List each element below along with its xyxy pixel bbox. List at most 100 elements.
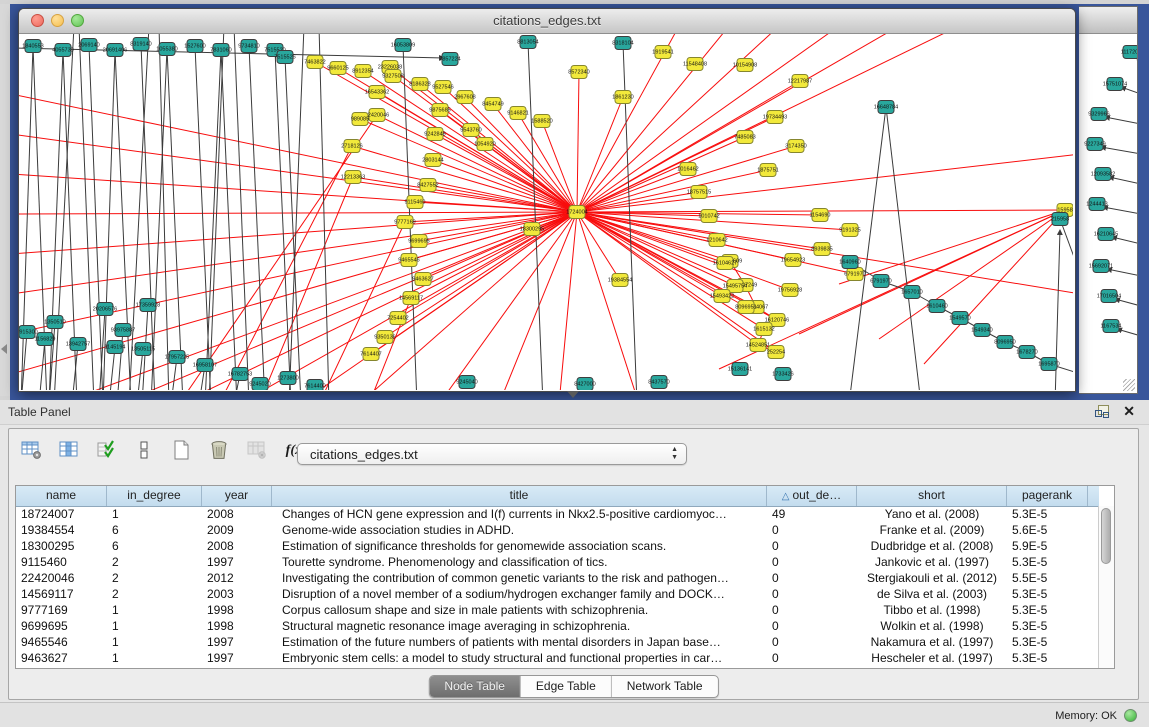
network-node[interactable]: 10154908 <box>733 59 757 72</box>
table-cell[interactable]: 0 <box>767 570 857 586</box>
column-header-short[interactable]: short <box>857 486 1007 506</box>
table-cell[interactable]: 9777169 <box>16 602 107 618</box>
network-node[interactable]: 1724004 <box>566 206 587 219</box>
table-cell[interactable]: 1998 <box>202 618 272 634</box>
network-node[interactable]: 19654923 <box>781 254 805 267</box>
network-node[interactable]: 15692071 <box>1089 260 1113 273</box>
network-window-titlebar[interactable]: citations_edges.txt <box>19 9 1075 34</box>
table-cell[interactable]: 0 <box>767 602 857 618</box>
network-node[interactable]: 1678270 <box>1016 346 1037 359</box>
network-node[interactable]: 9115460 <box>404 196 425 209</box>
network-node[interactable]: 9146821 <box>507 107 528 120</box>
network-node[interactable]: 7831060 <box>210 44 231 57</box>
network-node[interactable]: 1117200 <box>1121 46 1137 59</box>
network-node[interactable]: 1640960 <box>839 256 860 269</box>
table-cell[interactable]: 0 <box>767 650 857 666</box>
table-cell[interactable]: 0 <box>767 634 857 650</box>
table-cell[interactable]: 14569117 <box>16 586 107 602</box>
row-height-icon[interactable] <box>131 437 157 465</box>
network-node[interactable]: 252254 <box>767 346 785 359</box>
table-cell[interactable]: Nakamura et al. (1997) <box>857 634 1007 650</box>
network-node[interactable]: 2803144 <box>422 154 443 167</box>
table-cell[interactable]: 1 <box>107 650 202 666</box>
table-cell[interactable]: 2 <box>107 554 202 570</box>
table-cell[interactable]: 0 <box>767 538 857 554</box>
network-node[interactable]: 2718126 <box>341 140 362 153</box>
table-cell[interactable]: 0 <box>767 586 857 602</box>
background-network-canvas[interactable]: 1117200157510749329966922734912093582124… <box>1079 34 1137 384</box>
table-cell[interactable]: 5.5E-5 <box>1007 570 1088 586</box>
table-cell[interactable]: 1 <box>107 634 202 650</box>
network-node[interactable]: 17957225 <box>165 351 189 364</box>
network-node[interactable]: 8427552 <box>417 179 438 192</box>
network-node[interactable]: 8454749 <box>482 98 503 111</box>
table-cell[interactable]: Tourette syndrome. Phenomenology and cla… <box>272 554 767 570</box>
network-node[interactable]: 9329966 <box>1088 108 1109 121</box>
network-node[interactable]: 9463627 <box>412 273 433 286</box>
network-node[interactable]: 1054920 <box>474 138 495 151</box>
network-node[interactable]: 1861230 <box>612 91 633 104</box>
background-network-window[interactable]: 1117200157510749329966922734912093582124… <box>1079 6 1138 394</box>
tab-edge-table[interactable]: Edge Table <box>521 676 612 697</box>
network-node[interactable]: 19384554 <box>608 274 632 287</box>
network-node[interactable]: 7515526 <box>274 51 295 64</box>
network-node[interactable]: 16053809 <box>391 39 415 52</box>
network-node[interactable]: 9734810 <box>238 40 259 53</box>
table-cell[interactable]: 2003 <box>202 586 272 602</box>
table-cell[interactable]: 2008 <box>202 506 272 522</box>
table-cell[interactable]: Franke et al. (2009) <box>857 522 1007 538</box>
network-node[interactable]: 1244413 <box>1086 198 1107 211</box>
delete-trash-icon[interactable] <box>206 437 232 465</box>
table-cell[interactable]: 9463627 <box>16 650 107 666</box>
network-node[interactable]: 7463822 <box>304 56 325 69</box>
network-node[interactable]: 1350510 <box>44 316 65 329</box>
table-mode-icon[interactable] <box>19 437 45 465</box>
network-node[interactable]: 7614407 <box>360 348 381 361</box>
network-node[interactable]: 989085 <box>351 113 369 126</box>
network-node[interactable]: 16210645 <box>1094 228 1118 241</box>
network-node[interactable]: 2967608 <box>454 91 475 104</box>
table-row[interactable]: 911546021997Tourette syndrome. Phenomeno… <box>16 554 1099 570</box>
table-cell[interactable]: 1 <box>107 506 202 522</box>
network-node[interactable]: 7857224 <box>439 53 460 66</box>
network-node[interactable]: 1657010 <box>901 286 922 299</box>
network-node[interactable]: 9245020 <box>249 378 270 391</box>
network-node[interactable]: 6791970 <box>844 268 865 281</box>
background-window-titlebar[interactable] <box>1079 7 1137 34</box>
network-canvas[interactable]: 1724004746382296601258912354232260389327… <box>19 34 1073 390</box>
table-scrollbar-thumb[interactable] <box>1101 508 1111 564</box>
delete-table-disabled-icon[interactable] <box>244 437 270 465</box>
network-node[interactable]: 1549340 <box>971 324 992 337</box>
table-cell[interactable]: 1997 <box>202 634 272 650</box>
network-node[interactable]: 8318104 <box>612 37 633 50</box>
table-row[interactable]: 946362711997Embryonic stem cells: a mode… <box>16 650 1099 666</box>
close-panel-icon[interactable]: ✕ <box>1123 403 1135 420</box>
table-row[interactable]: 1872400712008Changes of HCN gene express… <box>16 506 1099 522</box>
network-node[interactable]: 8939835 <box>811 243 832 256</box>
table-cell[interactable]: 0 <box>767 522 857 538</box>
network-node[interactable]: 8437570 <box>648 376 669 389</box>
table-cell[interactable]: 22420046 <box>16 570 107 586</box>
table-cell[interactable]: Tibbo et al. (1998) <box>857 602 1007 618</box>
network-node[interactable]: 13505115 <box>131 343 155 356</box>
float-panel-icon[interactable] <box>1095 405 1109 418</box>
network-node[interactable]: 1167534 <box>1100 320 1121 333</box>
memory-ok-indicator[interactable] <box>1124 709 1137 722</box>
column-header-year[interactable]: year <box>202 486 272 506</box>
new-column-icon[interactable] <box>169 437 195 465</box>
network-node[interactable]: 1210642 <box>706 234 727 247</box>
column-header-in-degree[interactable]: in_degree <box>107 486 202 506</box>
table-row[interactable]: 969969511998Structural magnetic resonanc… <box>16 618 1099 634</box>
network-node[interactable]: 1695870 <box>1038 358 1059 371</box>
network-node[interactable]: 1840553 <box>22 40 43 53</box>
table-cell[interactable]: 1997 <box>202 650 272 666</box>
table-cell[interactable]: 2 <box>107 570 202 586</box>
table-cell[interactable]: 1997 <box>202 554 272 570</box>
network-node[interactable]: 1273800 <box>277 372 298 385</box>
tab-node-table[interactable]: Node Table <box>429 676 521 697</box>
table-cell[interactable]: 1998 <box>202 602 272 618</box>
table-cell[interactable]: Embryonic stem cells: a model to study s… <box>272 650 767 666</box>
network-node[interactable]: 2069140 <box>78 39 99 52</box>
table-cell[interactable]: Changes of HCN gene expression and I(f) … <box>272 506 767 522</box>
network-node[interactable]: 9777169 <box>394 216 415 229</box>
